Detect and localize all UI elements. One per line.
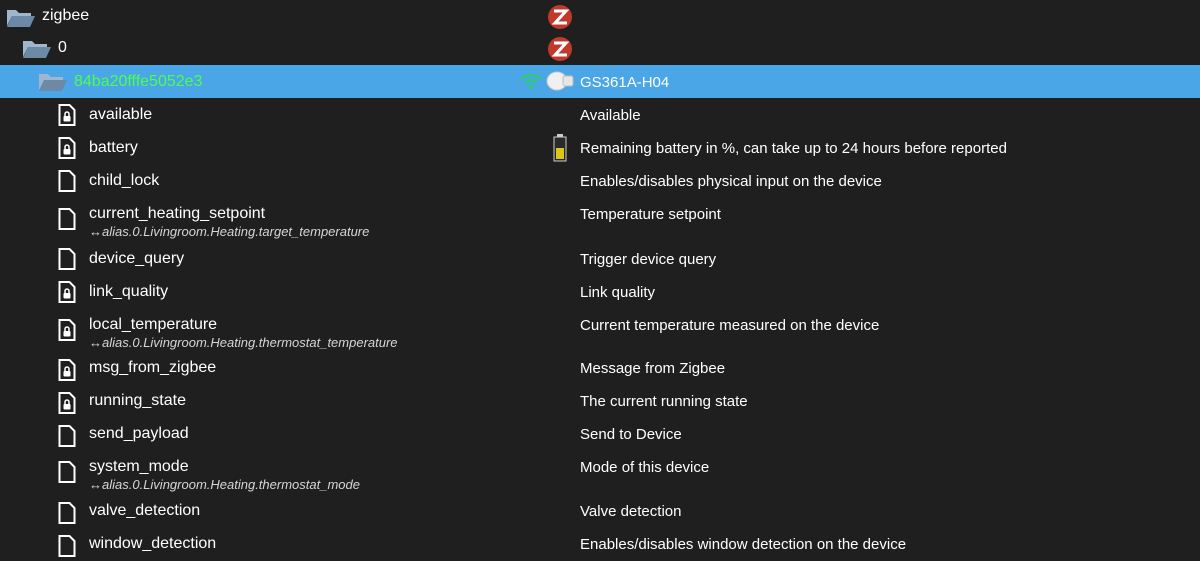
state-description: Enables/disables window detection on the… xyxy=(580,536,907,553)
object-tree: zigbee 0 84ba20fffe5052e3 GS361A-H04 ava… xyxy=(0,0,1200,561)
state-icon xyxy=(58,425,76,447)
state-icon xyxy=(58,248,76,270)
read-only-state-icon xyxy=(58,319,76,341)
zigbee-logo-icon xyxy=(548,5,572,29)
tree-row-state[interactable]: current_heating_setpoint ↔alias.0.Living… xyxy=(0,197,1200,242)
tree-row-state[interactable]: local_temperature ↔alias.0.Livingroom.He… xyxy=(0,308,1200,353)
device-id: 84ba20fffe5052e3 xyxy=(74,73,203,90)
state-name: device_query xyxy=(89,250,185,267)
state-description: Temperature setpoint xyxy=(580,206,721,223)
tree-row-state[interactable]: battery Remaining battery in %, can take… xyxy=(0,131,1200,164)
read-only-state-icon xyxy=(58,137,76,159)
alias-link[interactable]: ↔alias.0.Livingroom.Heating.thermostat_m… xyxy=(89,477,360,492)
state-icon xyxy=(58,535,76,557)
state-name: system_mode xyxy=(89,458,189,475)
tree-label: 0 xyxy=(58,39,67,56)
tree-row-state[interactable]: window_detection Enables/disables window… xyxy=(0,530,1200,561)
state-name: available xyxy=(89,106,153,123)
state-name: link_quality xyxy=(89,283,169,300)
state-description: Current temperature measured on the devi… xyxy=(580,317,880,334)
folder-open-icon xyxy=(39,74,67,91)
read-only-state-icon xyxy=(58,104,76,126)
state-name: current_heating_setpoint xyxy=(89,205,266,222)
alias-link[interactable]: ↔alias.0.Livingroom.Heating.target_tempe… xyxy=(89,224,369,239)
read-only-state-icon xyxy=(58,392,76,414)
state-name: valve_detection xyxy=(89,502,201,519)
wifi-signal-icon xyxy=(520,73,542,90)
tree-label: zigbee xyxy=(42,7,90,24)
folder-open-icon xyxy=(23,41,51,58)
state-description: Message from Zigbee xyxy=(580,360,726,377)
state-name: msg_from_zigbee xyxy=(89,359,217,376)
state-description: Mode of this device xyxy=(580,459,710,476)
tree-row-state[interactable]: device_query Trigger device query xyxy=(0,242,1200,275)
tree-row-state[interactable]: msg_from_zigbee Message from Zigbee xyxy=(0,353,1200,386)
tree-row-state[interactable]: link_quality Link quality xyxy=(0,275,1200,308)
state-description: The current running state xyxy=(580,393,748,410)
read-only-state-icon xyxy=(58,281,76,303)
thermostat-valve-icon xyxy=(546,71,574,91)
tree-row-state[interactable]: send_payload Send to Device xyxy=(0,419,1200,452)
folder-open-icon xyxy=(7,10,35,27)
state-name: window_detection xyxy=(89,535,217,552)
tree-row-instance-0[interactable]: 0 xyxy=(0,33,1200,65)
state-name: send_payload xyxy=(89,425,189,442)
state-description: Remaining battery in %, can take up to 2… xyxy=(580,140,1007,157)
tree-row-state[interactable]: child_lock Enables/disables physical inp… xyxy=(0,164,1200,197)
device-name: GS361A-H04 xyxy=(580,74,670,91)
state-description: Link quality xyxy=(580,284,656,301)
zigbee-logo-icon xyxy=(548,37,572,61)
tree-row-state[interactable]: system_mode ↔alias.0.Livingroom.Heating.… xyxy=(0,452,1200,497)
tree-row-zigbee[interactable]: zigbee xyxy=(0,0,1200,33)
read-only-state-icon xyxy=(58,359,76,381)
state-name: local_temperature xyxy=(89,316,218,333)
alias-link[interactable]: ↔alias.0.Livingroom.Heating.thermostat_t… xyxy=(89,335,398,350)
tree-row-device[interactable]: 84ba20fffe5052e3 GS361A-H04 xyxy=(0,65,1200,98)
state-description: Available xyxy=(580,107,641,124)
state-description: Send to Device xyxy=(580,426,682,443)
state-icon xyxy=(58,502,76,524)
tree-row-state[interactable]: available Available xyxy=(0,98,1200,131)
tree-row-state[interactable]: running_state The current running state xyxy=(0,386,1200,419)
state-name: child_lock xyxy=(89,172,160,189)
state-icon xyxy=(58,208,76,230)
state-description: Valve detection xyxy=(580,503,682,520)
state-icon xyxy=(58,170,76,192)
state-description: Enables/disables physical input on the d… xyxy=(580,173,882,190)
state-icon xyxy=(58,461,76,483)
battery-icon xyxy=(553,134,567,162)
state-name: running_state xyxy=(89,392,186,409)
tree-row-state[interactable]: valve_detection Valve detection xyxy=(0,497,1200,530)
state-name: battery xyxy=(89,139,138,156)
state-description: Trigger device query xyxy=(580,251,717,268)
